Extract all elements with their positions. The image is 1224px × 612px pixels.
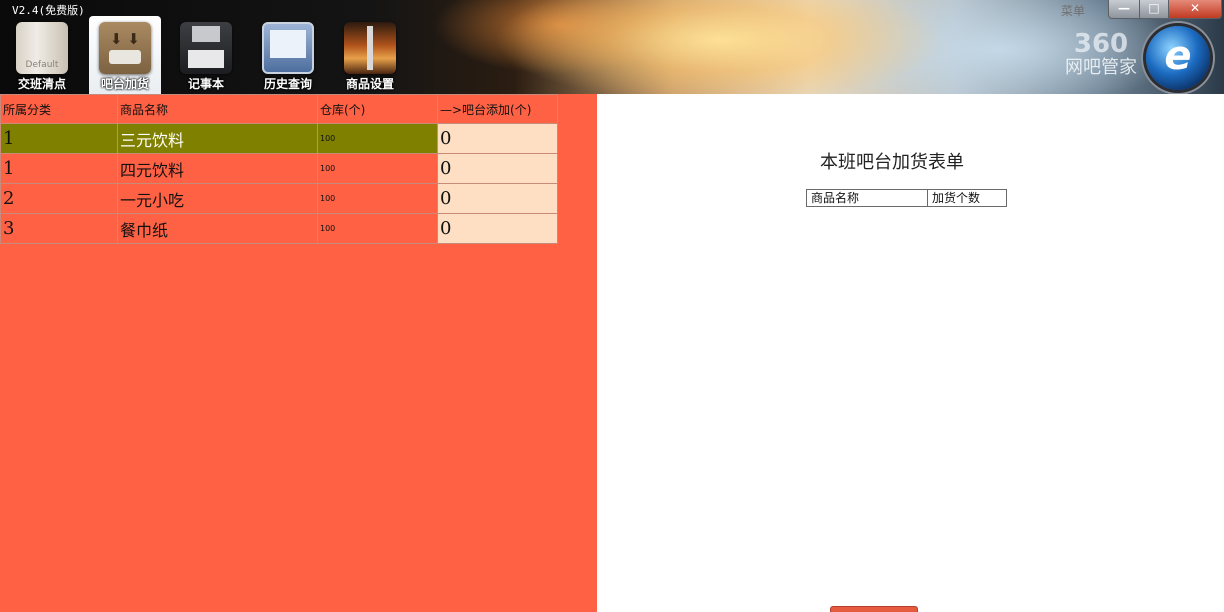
cell-category: 3: [0, 213, 118, 244]
default-wood-icon: [16, 22, 68, 74]
header-add[interactable]: —>吧台添加(个): [437, 94, 558, 124]
toolbar-label: 历史查询: [263, 77, 312, 91]
brand-number: 360: [1073, 29, 1129, 59]
form-title: 本班吧台加货表单: [820, 152, 964, 173]
close-button[interactable]: ✕: [1168, 0, 1222, 19]
header-category[interactable]: 所属分类: [0, 94, 118, 124]
toolbar-label: 记事本: [187, 77, 224, 91]
toolbar-goods-settings-button[interactable]: 商品设置: [332, 16, 408, 94]
table-row[interactable]: 2 一元小吃 100 0: [0, 183, 558, 214]
app-window: V2.4(免费版) 交班清点 吧台加货 记事本 历史查询 商品设置 菜单 — □…: [0, 0, 1224, 612]
cell-add-input[interactable]: 0: [437, 183, 558, 214]
cell-category: 1: [0, 153, 118, 184]
toolbar-history-button[interactable]: 历史查询: [250, 16, 326, 94]
box-download-icon: [99, 22, 151, 74]
toolbar-label: 交班清点: [17, 77, 66, 91]
goods-panel: 所属分类 商品名称 仓库(个) —>吧台添加(个) 1 三元饮料 100 0 1…: [0, 94, 597, 612]
cell-add-input[interactable]: 0: [437, 213, 558, 244]
cell-category: 2: [0, 183, 118, 214]
toolbar-label: 吧台加货: [100, 77, 149, 91]
cell-stock: 100: [317, 153, 438, 184]
table-row[interactable]: 3 餐巾纸 100 0: [0, 213, 558, 244]
cell-name: 四元饮料: [117, 153, 318, 184]
cell-name: 餐巾纸: [117, 213, 318, 244]
toolbar-notepad-button[interactable]: 记事本: [168, 16, 244, 94]
cell-name: 三元饮料: [117, 123, 318, 154]
ie-logo-icon: e: [1146, 26, 1210, 90]
brand-name: 网吧管家: [1065, 57, 1137, 78]
header-banner: V2.4(免费版) 交班清点 吧台加货 记事本 历史查询 商品设置 菜单 — □…: [0, 0, 1224, 94]
order-form-panel: 本班吧台加货表单 商品名称 加货个数: [597, 94, 1224, 612]
maximize-button[interactable]: □: [1139, 0, 1169, 19]
monitor-icon: [262, 22, 314, 74]
table-row[interactable]: 1 四元饮料 100 0: [0, 153, 558, 184]
cell-add-input[interactable]: 0: [437, 123, 558, 154]
cell-category: 1: [0, 123, 118, 154]
toolbar-label: 商品设置: [345, 77, 394, 91]
header-name[interactable]: 商品名称: [117, 94, 318, 124]
cell-stock: 100: [317, 123, 438, 154]
goods-table: 所属分类 商品名称 仓库(个) —>吧台添加(个) 1 三元饮料 100 0 1…: [0, 94, 558, 244]
submit-button[interactable]: [830, 606, 918, 612]
brand-360: 360 网吧管家: [1056, 30, 1146, 78]
cell-add-input[interactable]: 0: [437, 153, 558, 184]
table-row[interactable]: 1 三元饮料 100 0: [0, 123, 558, 154]
form-header-row: 商品名称 加货个数: [806, 189, 1007, 207]
floppy-disk-icon: [180, 22, 232, 74]
form-col-count: 加货个数: [932, 191, 981, 205]
toolbar-handover-button[interactable]: 交班清点: [4, 16, 80, 94]
minimize-button[interactable]: —: [1108, 0, 1140, 19]
menu-link[interactable]: 菜单: [1061, 2, 1085, 19]
table-header-row: 所属分类 商品名称 仓库(个) —>吧台添加(个): [0, 94, 558, 124]
header-stock[interactable]: 仓库(个): [317, 94, 438, 124]
cell-stock: 100: [317, 213, 438, 244]
guitar-icon: [344, 22, 396, 74]
cell-stock: 100: [317, 183, 438, 214]
form-col-name: 商品名称: [807, 190, 928, 206]
toolbar-restock-button[interactable]: 吧台加货: [89, 16, 161, 94]
cell-name: 一元小吃: [117, 183, 318, 214]
